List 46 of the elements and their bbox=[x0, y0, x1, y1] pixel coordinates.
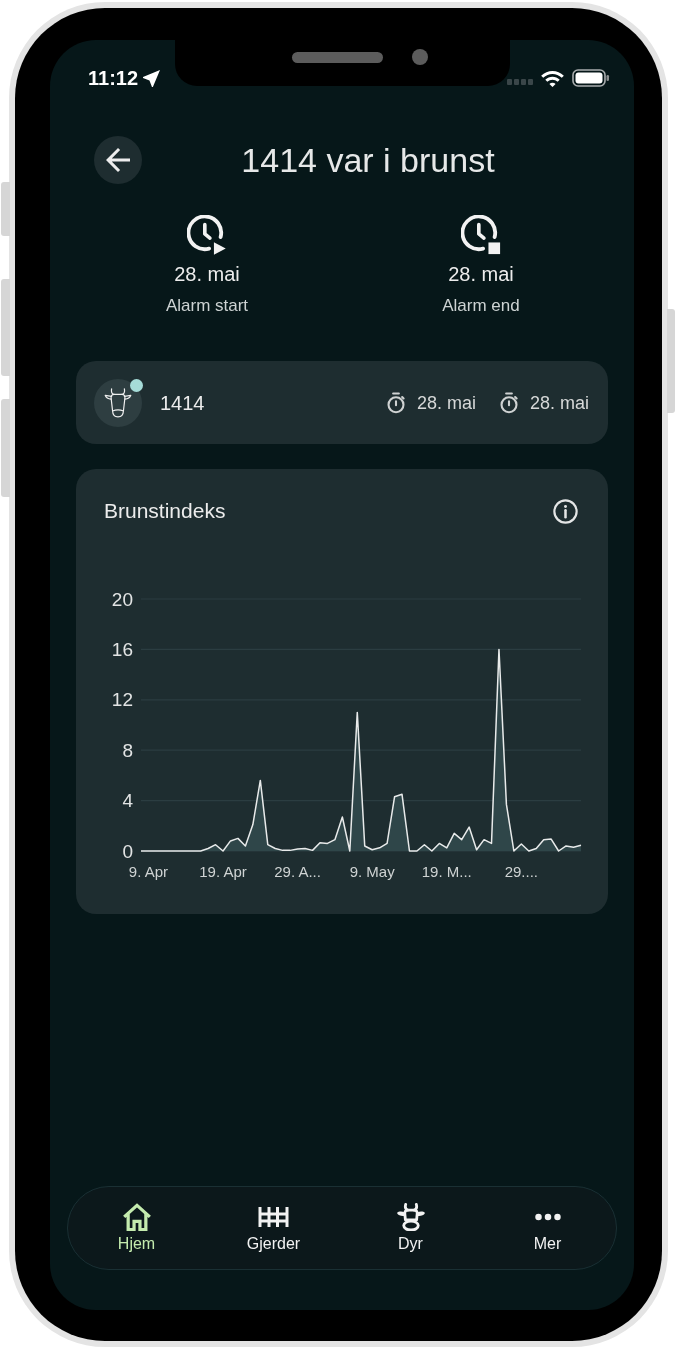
nav-tab[interactable]: Dyr bbox=[387, 1203, 434, 1253]
alarm-date: 28. mai bbox=[448, 262, 514, 286]
x-axis-label: 29. A... bbox=[274, 862, 321, 880]
signal-icon bbox=[507, 79, 533, 85]
back-arrow-icon bbox=[106, 148, 130, 172]
side-button[interactable] bbox=[1, 399, 10, 497]
animal-card[interactable]: 1414 28. mai 28. mai bbox=[76, 361, 608, 444]
info-icon[interactable] bbox=[553, 498, 578, 524]
location-arrow-icon bbox=[143, 69, 161, 87]
cow-avatar-icon bbox=[94, 378, 142, 427]
nav-tab[interactable]: Hjem bbox=[109, 1203, 164, 1253]
battery-icon bbox=[572, 69, 610, 87]
y-axis-label: 4 bbox=[122, 790, 133, 812]
x-axis-label: 9. May bbox=[349, 862, 395, 880]
animal-id: 1414 bbox=[160, 390, 205, 415]
side-button[interactable] bbox=[667, 309, 675, 413]
alarm-date: 28. mai bbox=[174, 262, 240, 286]
chart-title: Brunstindeks bbox=[104, 499, 226, 523]
time-value: 28. mai bbox=[529, 391, 589, 414]
more-icon bbox=[534, 1213, 561, 1221]
side-button[interactable] bbox=[1, 279, 10, 376]
y-axis-label: 8 bbox=[122, 739, 133, 761]
cow-icon bbox=[395, 1203, 426, 1231]
status-time: 11:12 bbox=[88, 66, 139, 90]
nav-tab[interactable]: Mer bbox=[525, 1203, 570, 1253]
x-axis-label: 9. Apr bbox=[128, 862, 169, 880]
alarm-label: Alarm end bbox=[442, 295, 520, 317]
x-axis-label: 19. M... bbox=[421, 862, 472, 880]
back-button[interactable] bbox=[94, 136, 142, 184]
y-axis-label: 12 bbox=[111, 689, 133, 711]
side-button[interactable] bbox=[1, 182, 10, 236]
alarm-label: Alarm start bbox=[165, 295, 249, 317]
y-axis-label: 20 bbox=[111, 588, 133, 610]
y-axis-label: 0 bbox=[122, 840, 133, 862]
clock-stop-icon bbox=[461, 215, 501, 255]
camera-lens bbox=[412, 49, 428, 65]
clock-play-icon bbox=[187, 215, 227, 255]
x-axis-label: 19. Apr bbox=[199, 862, 247, 880]
page-title: 1414 var i brunst bbox=[240, 140, 496, 181]
y-axis-label: 16 bbox=[111, 638, 133, 660]
x-axis-label: 29.... bbox=[504, 862, 538, 880]
nav-tab[interactable]: Gjerder bbox=[238, 1203, 309, 1253]
wifi-icon bbox=[541, 69, 564, 87]
time-value: 28. mai bbox=[416, 391, 476, 414]
home-icon bbox=[121, 1203, 152, 1231]
fence-icon bbox=[258, 1206, 289, 1228]
